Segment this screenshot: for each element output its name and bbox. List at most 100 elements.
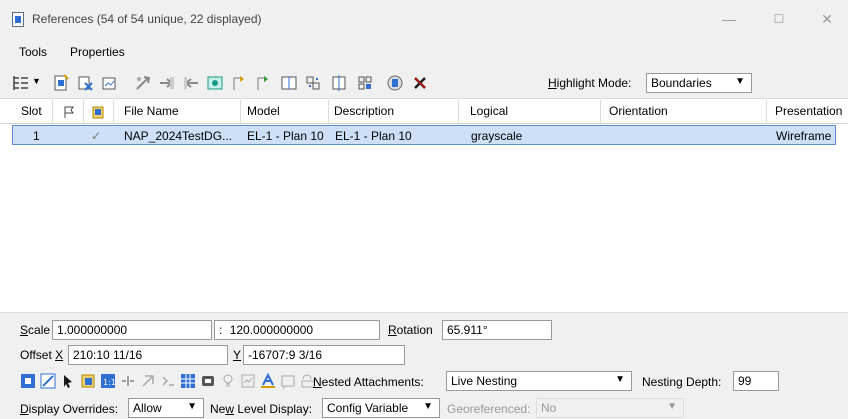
row-description: EL-1 - Plan 10 — [335, 129, 412, 143]
mirror-horizontal-icon[interactable] — [254, 74, 272, 92]
column-description[interactable]: Description — [334, 104, 394, 118]
georeferenced-value: No — [541, 401, 557, 415]
chevron-down-icon: ▼ — [187, 401, 197, 412]
reload-reference-icon[interactable] — [100, 74, 118, 92]
offset-y-label: Y — [233, 348, 242, 362]
locate-icon[interactable] — [80, 373, 96, 389]
nesting-depth-field[interactable]: 99 — [733, 371, 779, 391]
ignore-attachment-icon[interactable] — [140, 373, 156, 389]
text-style-icon[interactable] — [260, 373, 276, 389]
fit-view-icon[interactable] — [20, 373, 36, 389]
reference-properties-panel: Scale 1.000000000 : 120.000000000 Rotati… — [0, 312, 848, 419]
menu-properties[interactable]: Properties — [70, 45, 125, 59]
highlight-mode-select[interactable]: Boundaries ▼ — [646, 73, 752, 93]
column-divider[interactable] — [240, 100, 241, 124]
row-slot: 1 — [33, 129, 40, 143]
attach-reference-icon[interactable] — [52, 74, 70, 92]
row-model: EL-1 - Plan 10 — [247, 129, 324, 143]
display-overrides-value: Allow — [133, 401, 162, 415]
chevron-down-icon: ▼ — [423, 401, 433, 412]
offset-x-label: Offset X — [20, 348, 64, 362]
references-window-icon — [12, 12, 24, 27]
row-display-check[interactable]: ✓ — [91, 129, 101, 143]
column-divider[interactable] — [83, 100, 84, 124]
table-header: Slot File Name Model Description Logical… — [0, 100, 848, 124]
svg-text:1:1: 1:1 — [103, 378, 116, 387]
nested-attachments-value: Live Nesting — [451, 374, 518, 388]
column-divider[interactable] — [328, 100, 329, 124]
rotation-label: Rotation — [388, 323, 433, 337]
offset-x-field[interactable]: 210:10 11/16 — [68, 345, 228, 365]
light-bulb-icon[interactable] — [220, 373, 236, 389]
view-dropdown-arrow-icon[interactable]: ▼ — [32, 76, 41, 86]
true-scale-icon[interactable]: 1:1 — [100, 373, 116, 389]
level-icon[interactable] — [200, 373, 216, 389]
new-level-display-select[interactable]: Config Variable ▼ — [322, 398, 440, 418]
scale-line-styles-icon[interactable] — [120, 373, 136, 389]
flag-icon[interactable] — [63, 106, 75, 118]
scale-label: Scale — [20, 323, 51, 337]
chevron-down-icon: ▼ — [735, 76, 745, 87]
rotation-field[interactable]: 65.911° — [442, 320, 552, 340]
use-lights-icon[interactable] — [160, 373, 176, 389]
column-divider[interactable] — [52, 100, 53, 124]
scale-reference-field[interactable]: : 120.000000000 — [214, 320, 380, 340]
window-title: References (54 of 54 unique, 22 displaye… — [32, 12, 262, 26]
copy-reference-icon[interactable] — [182, 74, 200, 92]
annotation-icon[interactable] — [280, 373, 296, 389]
scale-separator: : — [219, 323, 223, 337]
clip-mask-icon[interactable] — [330, 74, 348, 92]
column-presentation[interactable]: Presentation — [775, 104, 842, 118]
references-table[interactable]: Slot File Name Model Description Logical… — [0, 100, 848, 400]
exchange-reference-icon[interactable] — [134, 74, 152, 92]
detach-reference-icon[interactable] — [76, 74, 94, 92]
georeferenced-select: No ▼ — [536, 398, 684, 418]
scale-master-field[interactable]: 1.000000000 — [52, 320, 212, 340]
mirror-vertical-icon[interactable] — [280, 74, 298, 92]
nested-attachments-select[interactable]: Live Nesting ▼ — [446, 371, 632, 391]
row-presentation: Wireframe — [776, 129, 832, 143]
scale-reference-icon[interactable] — [206, 74, 224, 92]
column-model[interactable]: Model — [247, 104, 280, 118]
minimize-button[interactable]: — — [714, 8, 744, 30]
column-divider[interactable] — [113, 100, 114, 124]
title-bar: References (54 of 54 unique, 22 displaye… — [0, 0, 848, 40]
close-button[interactable]: ✕ — [812, 8, 842, 30]
references-toolbar: ▼ Highlight Mode: Boundaries ▼ — [0, 65, 848, 99]
column-orientation[interactable]: Orientation — [609, 104, 668, 118]
list-view-icon[interactable] — [12, 74, 30, 92]
reference-settings-icon[interactable] — [386, 74, 404, 92]
display-icon[interactable] — [92, 106, 104, 119]
column-slot[interactable]: Slot — [21, 104, 42, 118]
column-divider[interactable] — [766, 100, 767, 124]
menu-tools[interactable]: Tools — [19, 45, 47, 59]
rotate-reference-icon[interactable] — [230, 74, 248, 92]
maximize-button[interactable]: ☐ — [764, 8, 794, 30]
row-file-name: NAP_2024TestDG... — [124, 129, 233, 143]
treat-as-element-icon[interactable] — [180, 373, 196, 389]
clip-delete-icon[interactable] — [356, 74, 374, 92]
clip-boundary-icon[interactable] — [304, 74, 322, 92]
new-level-display-label: New Level Display: — [210, 402, 313, 416]
column-divider[interactable] — [458, 100, 459, 124]
scale-reference-value: 120.000000000 — [229, 323, 314, 337]
chevron-down-icon: ▼ — [615, 374, 625, 385]
snap-icon[interactable] — [60, 373, 76, 389]
column-divider[interactable] — [600, 100, 601, 124]
table-row[interactable]: 1 ✓ NAP_2024TestDG... EL-1 - Plan 10 EL-… — [12, 125, 836, 145]
move-reference-icon[interactable] — [158, 74, 176, 92]
menu-bar: Tools Properties — [0, 40, 848, 65]
row-logical: grayscale — [471, 129, 523, 143]
offset-y-field[interactable]: -16707:9 3/16 — [243, 345, 405, 365]
line-style-icon[interactable] — [40, 373, 56, 389]
delete-reference-icon[interactable] — [412, 74, 430, 92]
chevron-down-icon: ▼ — [667, 401, 677, 412]
display-overrides-select[interactable]: Allow ▼ — [128, 398, 204, 418]
column-file-name[interactable]: File Name — [124, 104, 179, 118]
display-overrides-label: Display Overrides: — [20, 402, 119, 416]
display-raster-icon[interactable] — [240, 373, 256, 389]
column-logical[interactable]: Logical — [470, 104, 508, 118]
highlight-mode-value: Boundaries — [651, 76, 712, 90]
highlight-mode-label: Highlight Mode: — [548, 76, 632, 90]
new-level-display-value: Config Variable — [327, 401, 409, 415]
